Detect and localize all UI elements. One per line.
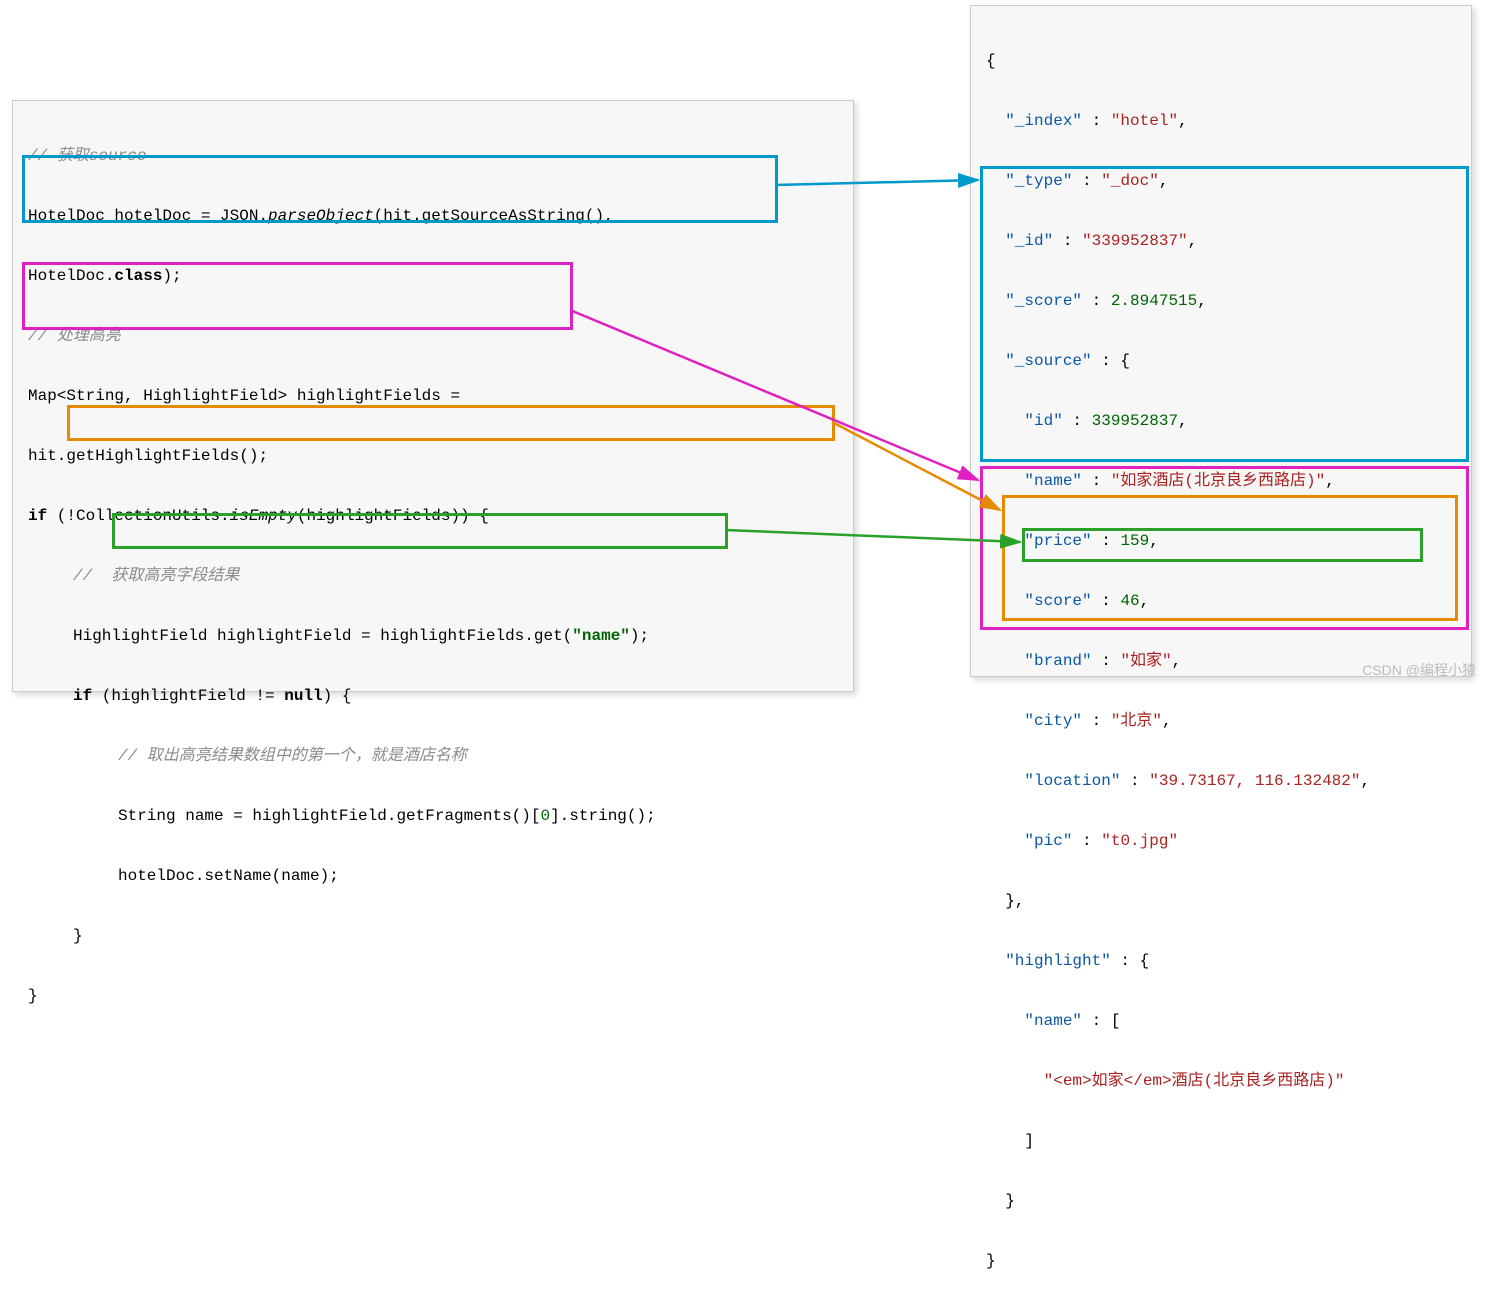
- json-line: "_index" : "hotel",: [971, 106, 1471, 136]
- json-line: "name" : [: [971, 1006, 1471, 1036]
- code-line: }: [73, 927, 83, 945]
- json-line: "highlight" : {: [971, 946, 1471, 976]
- comment-get-field: // 获取高亮字段结果: [73, 567, 239, 585]
- box-source-json: [980, 166, 1469, 462]
- comment-first-fragment: // 取出高亮结果数组中的第一个，就是酒店名称: [118, 747, 467, 765]
- json-line: }: [971, 1246, 1471, 1276]
- code-line: hit.getHighlightFields();: [28, 447, 268, 465]
- json-line: {: [971, 46, 1471, 76]
- code-line: }: [28, 987, 38, 1005]
- json-line: ]: [971, 1126, 1471, 1156]
- json-line: "pic" : "t0.jpg": [971, 826, 1471, 856]
- json-line: "city" : "北京",: [971, 706, 1471, 736]
- json-line: }: [971, 1186, 1471, 1216]
- box-get-fragment: [112, 513, 728, 549]
- box-fragment-json: [1022, 528, 1423, 562]
- json-line: "location" : "39.73167, 116.132482",: [971, 766, 1471, 796]
- box-source-parse: [22, 155, 778, 223]
- json-line: "<em>如家</em>酒店(北京良乡西路店)": [971, 1066, 1471, 1096]
- code-line: HighlightField highlightField = highligh…: [73, 627, 649, 645]
- code-line: if (highlightField != null) {: [73, 687, 351, 705]
- json-line: },: [971, 886, 1471, 916]
- box-highlight-fields: [22, 262, 573, 330]
- code-line: hotelDoc.setName(name);: [118, 867, 339, 885]
- code-line: String name = highlightField.getFragment…: [118, 807, 656, 825]
- watermark: CSDN @编程小猹: [1362, 660, 1476, 680]
- box-get-name-field: [67, 405, 835, 441]
- code-line: Map<String, HighlightField> highlightFie…: [28, 387, 460, 405]
